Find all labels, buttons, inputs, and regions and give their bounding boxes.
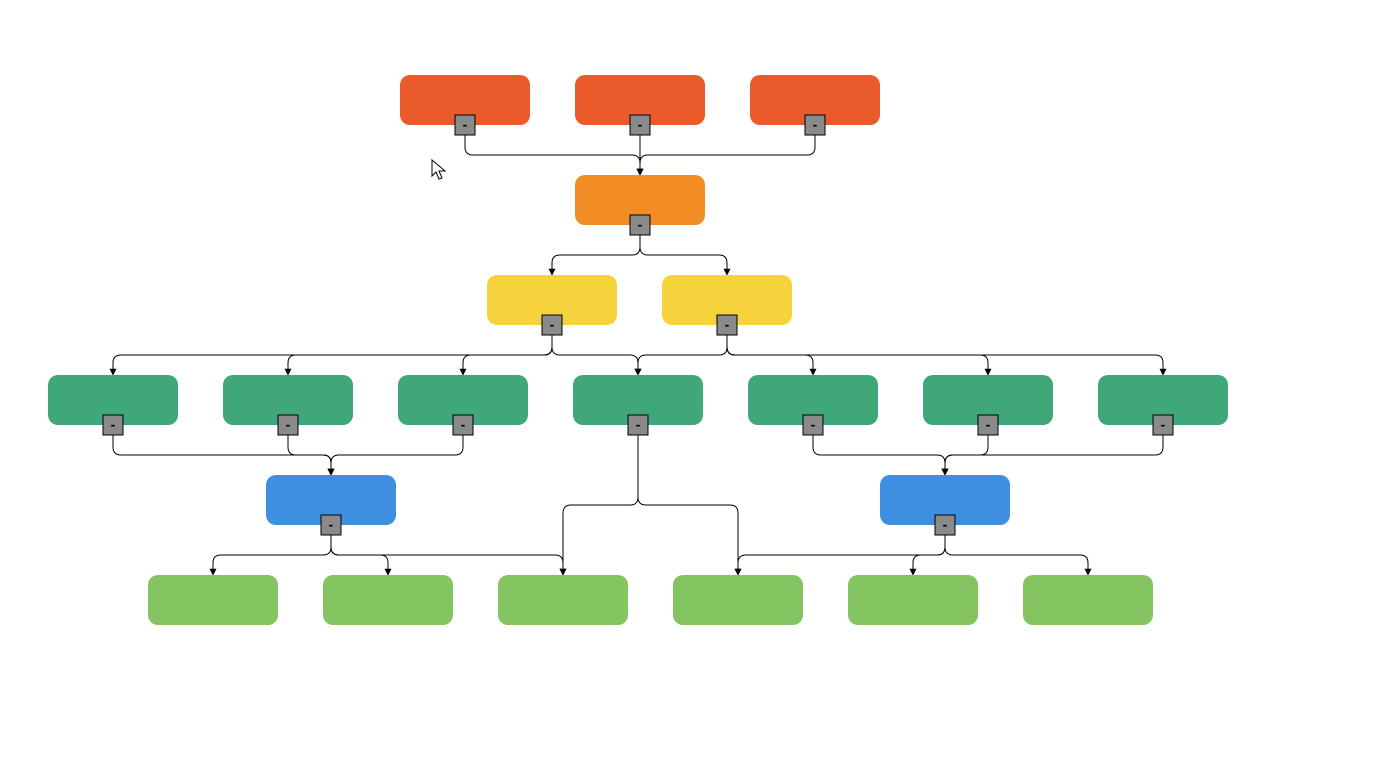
toggle-label: - <box>1161 417 1166 433</box>
edge <box>465 135 640 175</box>
collapse-toggle[interactable]: - <box>803 415 823 435</box>
node-n4b[interactable]: - <box>223 375 353 435</box>
node-rect[interactable] <box>323 575 453 625</box>
edge <box>213 535 331 575</box>
cursor-layer <box>432 160 445 179</box>
toggle-label: - <box>111 417 116 433</box>
node-n6f[interactable] <box>1023 575 1153 625</box>
collapse-toggle[interactable]: - <box>630 115 650 135</box>
node-n6c[interactable] <box>498 575 628 625</box>
edge <box>331 435 463 475</box>
collapse-toggle[interactable]: - <box>935 515 955 535</box>
node-n1c[interactable]: - <box>750 75 880 135</box>
edge <box>813 435 945 475</box>
node-n6a[interactable] <box>148 575 278 625</box>
node-n4a[interactable]: - <box>48 375 178 435</box>
edge <box>640 235 727 275</box>
node-n1a[interactable]: - <box>400 75 530 135</box>
edge <box>945 535 1088 575</box>
edge <box>288 435 331 475</box>
node-n1b[interactable]: - <box>575 75 705 135</box>
edge <box>727 335 1163 375</box>
node-n2[interactable]: - <box>575 175 705 235</box>
edge <box>913 535 945 575</box>
toggle-label: - <box>463 117 468 133</box>
collapse-toggle[interactable]: - <box>1153 415 1173 435</box>
edge <box>638 435 738 575</box>
collapse-toggle[interactable]: - <box>805 115 825 135</box>
node-n4c[interactable]: - <box>398 375 528 435</box>
toggle-label: - <box>811 417 816 433</box>
node-n3b[interactable]: - <box>662 275 792 335</box>
node-n6d[interactable] <box>673 575 803 625</box>
edge <box>331 535 563 575</box>
collapse-toggle[interactable]: - <box>455 115 475 135</box>
node-rect[interactable] <box>498 575 628 625</box>
node-n4d[interactable]: - <box>573 375 703 435</box>
diagram-canvas[interactable]: - - - - - - - - - - - - - - - <box>0 0 1376 768</box>
edge <box>563 435 638 575</box>
edge <box>638 335 727 375</box>
toggle-label: - <box>813 117 818 133</box>
edge <box>738 535 945 575</box>
node-n4f[interactable]: - <box>923 375 1053 435</box>
node-rect[interactable] <box>148 575 278 625</box>
collapse-toggle[interactable]: - <box>630 215 650 235</box>
node-rect[interactable] <box>673 575 803 625</box>
edge <box>640 135 815 175</box>
edge <box>945 435 1163 475</box>
toggle-label: - <box>943 517 948 533</box>
collapse-toggle[interactable]: - <box>542 315 562 335</box>
edge <box>463 335 552 375</box>
node-n4g[interactable]: - <box>1098 375 1228 435</box>
collapse-toggle[interactable]: - <box>628 415 648 435</box>
toggle-label: - <box>725 317 730 333</box>
collapse-toggle[interactable]: - <box>278 415 298 435</box>
collapse-toggle[interactable]: - <box>978 415 998 435</box>
toggle-label: - <box>461 417 466 433</box>
edge <box>552 235 640 275</box>
node-n5b[interactable]: - <box>880 475 1010 535</box>
node-n6b[interactable] <box>323 575 453 625</box>
toggle-label: - <box>329 517 334 533</box>
node-n6e[interactable] <box>848 575 978 625</box>
node-rect[interactable] <box>1023 575 1153 625</box>
toggle-label: - <box>638 117 643 133</box>
edge <box>552 335 638 375</box>
toggle-label: - <box>638 217 643 233</box>
node-n4e[interactable]: - <box>748 375 878 435</box>
cursor-icon <box>432 160 445 179</box>
node-rect[interactable] <box>848 575 978 625</box>
collapse-toggle[interactable]: - <box>103 415 123 435</box>
node-n5a[interactable]: - <box>266 475 396 535</box>
toggle-label: - <box>986 417 991 433</box>
node-n3a[interactable]: - <box>487 275 617 335</box>
toggle-label: - <box>286 417 291 433</box>
toggle-label: - <box>550 317 555 333</box>
collapse-toggle[interactable]: - <box>321 515 341 535</box>
collapse-toggle[interactable]: - <box>717 315 737 335</box>
collapse-toggle[interactable]: - <box>453 415 473 435</box>
toggle-label: - <box>636 417 641 433</box>
